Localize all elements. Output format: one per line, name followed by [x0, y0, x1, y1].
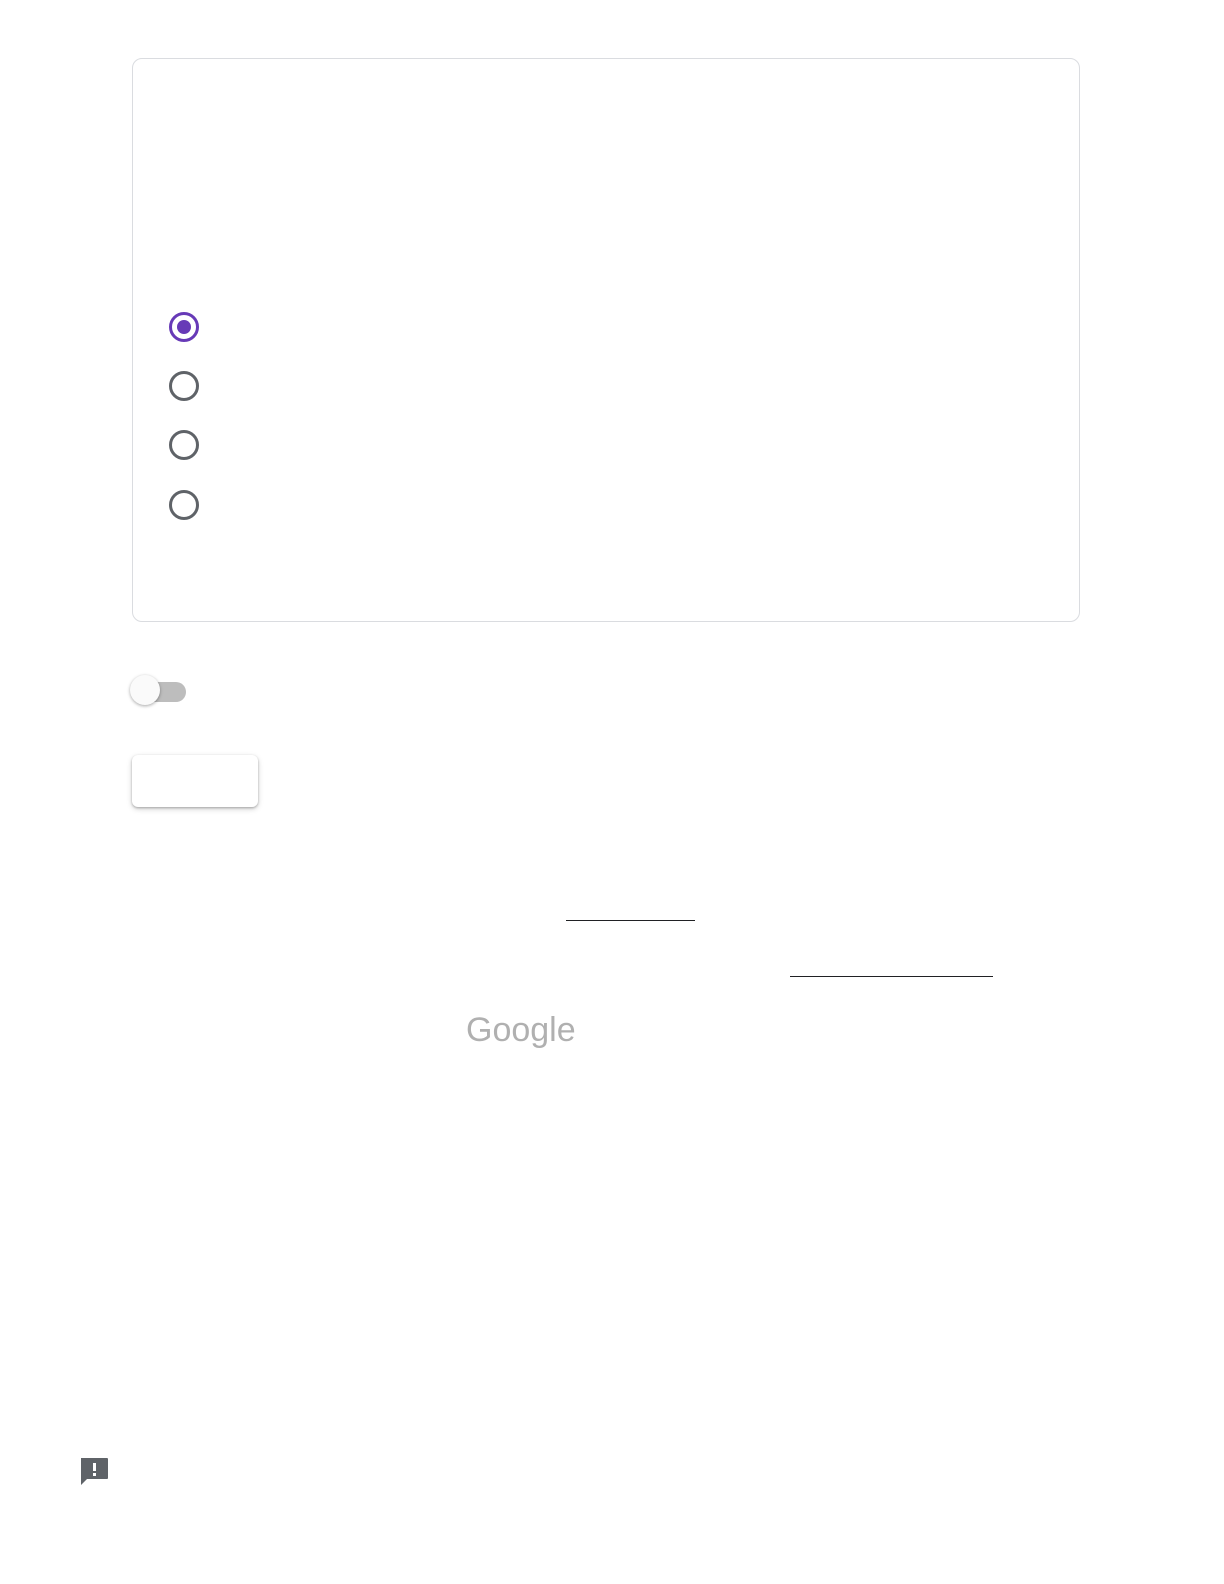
radio-unchecked-icon[interactable]: [169, 490, 199, 520]
toggle-switch[interactable]: [130, 673, 190, 707]
footer-link-1[interactable]: [566, 902, 695, 921]
radio-unchecked-icon[interactable]: [169, 371, 199, 401]
radio-option-4[interactable]: [169, 488, 1029, 522]
radio-unchecked-icon[interactable]: [169, 430, 199, 460]
google-logo: Google: [466, 1011, 576, 1049]
footer-link-2[interactable]: [790, 958, 993, 977]
feedback-icon[interactable]: [78, 1455, 110, 1487]
radio-checked-icon[interactable]: [169, 312, 199, 342]
question-title: [169, 99, 1043, 123]
google-logo-text: Google: [466, 1011, 576, 1049]
radio-option-3[interactable]: [169, 428, 1029, 462]
question-card: [132, 58, 1080, 622]
radio-option-2[interactable]: [169, 369, 1029, 403]
toggle-thumb[interactable]: [130, 675, 160, 705]
radio-option-1[interactable]: [169, 310, 1029, 344]
submit-button[interactable]: [132, 755, 258, 807]
